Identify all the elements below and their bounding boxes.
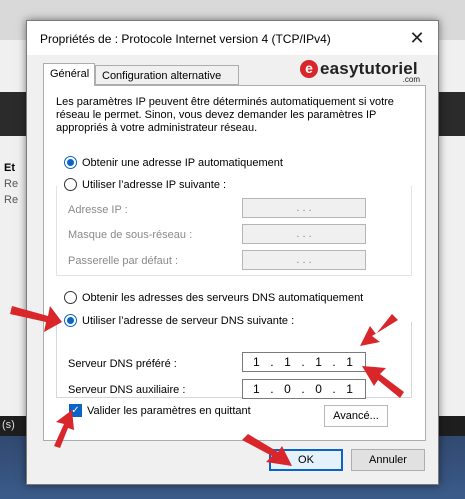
easytutoriel-logo: e easytutoriel .com — [300, 57, 420, 87]
tab-general[interactable]: Général — [43, 63, 95, 86]
background-window-labels: Et Re Re — [0, 160, 20, 220]
subnet-mask-field: . . . — [242, 224, 366, 244]
general-tab-panel: Les paramètres IP peuvent être déterminé… — [43, 85, 426, 441]
octet: 1 — [253, 355, 262, 369]
background-text: Et — [4, 162, 15, 174]
ok-button[interactable]: OK — [269, 449, 343, 471]
background-text: Re — [4, 178, 19, 190]
subnet-mask-value: . . . — [296, 228, 312, 240]
title-bar[interactable]: Propriétés de : Protocole Internet versi… — [27, 21, 438, 55]
radio-label: Obtenir une adresse IP automatiquement — [82, 156, 283, 169]
status-text: (s) — [2, 419, 15, 431]
close-icon: ✕ — [409, 28, 425, 48]
octet: 1 — [346, 382, 355, 396]
octet: 1 — [253, 382, 262, 396]
radio-button[interactable] — [64, 291, 77, 304]
ipv4-properties-dialog: Propriétés de : Protocole Internet versi… — [26, 20, 439, 485]
background-text: Re — [4, 194, 19, 206]
octet: 1 — [315, 355, 324, 369]
ip-address-label: Adresse IP : — [68, 204, 128, 216]
intro-text: Les paramètres IP peuvent être déterminé… — [56, 96, 394, 134]
tab-alternate-configuration[interactable]: Configuration alternative — [95, 65, 239, 85]
octet: 0 — [284, 382, 293, 396]
ip-address-value: . . . — [296, 202, 312, 214]
radio-button-selected[interactable] — [64, 156, 77, 169]
ip-address-field: . . . — [242, 198, 366, 218]
default-gateway-label: Passerelle par défaut : — [68, 255, 179, 267]
alternate-dns-input[interactable]: 1. 0. 0. 1 — [242, 379, 366, 399]
validate-settings-checkbox[interactable]: ✓ Valider les paramètres en quittant — [69, 404, 251, 417]
subnet-mask-label: Masque de sous-réseau : — [68, 229, 193, 241]
checkbox-checked-icon[interactable]: ✓ — [69, 404, 82, 417]
octet: 1 — [284, 355, 293, 369]
dialog-title: Propriétés de : Protocole Internet versi… — [40, 32, 331, 46]
preferred-dns-label: Serveur DNS préféré : — [68, 358, 177, 370]
octet: 1 — [346, 355, 355, 369]
octet-dot: . — [301, 355, 307, 369]
octet-dot: . — [332, 382, 338, 396]
alternate-dns-label: Serveur DNS auxiliaire : — [68, 384, 186, 396]
advanced-button[interactable]: Avancé... — [324, 405, 388, 427]
checkbox-label: Valider les paramètres en quittant — [87, 404, 251, 417]
cancel-button[interactable]: Annuler — [351, 449, 425, 471]
default-gateway-field: . . . — [242, 250, 366, 270]
octet-dot: . — [301, 382, 307, 396]
octet-dot: . — [332, 355, 338, 369]
default-gateway-value: . . . — [296, 254, 312, 266]
radio-ip-automatic[interactable]: Obtenir une adresse IP automatiquement — [64, 156, 283, 169]
close-button[interactable]: ✕ — [406, 27, 428, 49]
radio-dns-automatic[interactable]: Obtenir les adresses des serveurs DNS au… — [64, 291, 363, 304]
octet-dot: . — [270, 382, 276, 396]
octet: 0 — [315, 382, 324, 396]
octet-dot: . — [270, 355, 276, 369]
logo-mark: e — [300, 60, 318, 78]
preferred-dns-input[interactable]: 1. 1. 1. 1 — [242, 352, 366, 372]
logo-suffix: .com — [402, 75, 420, 84]
radio-label: Obtenir les adresses des serveurs DNS au… — [82, 291, 364, 304]
